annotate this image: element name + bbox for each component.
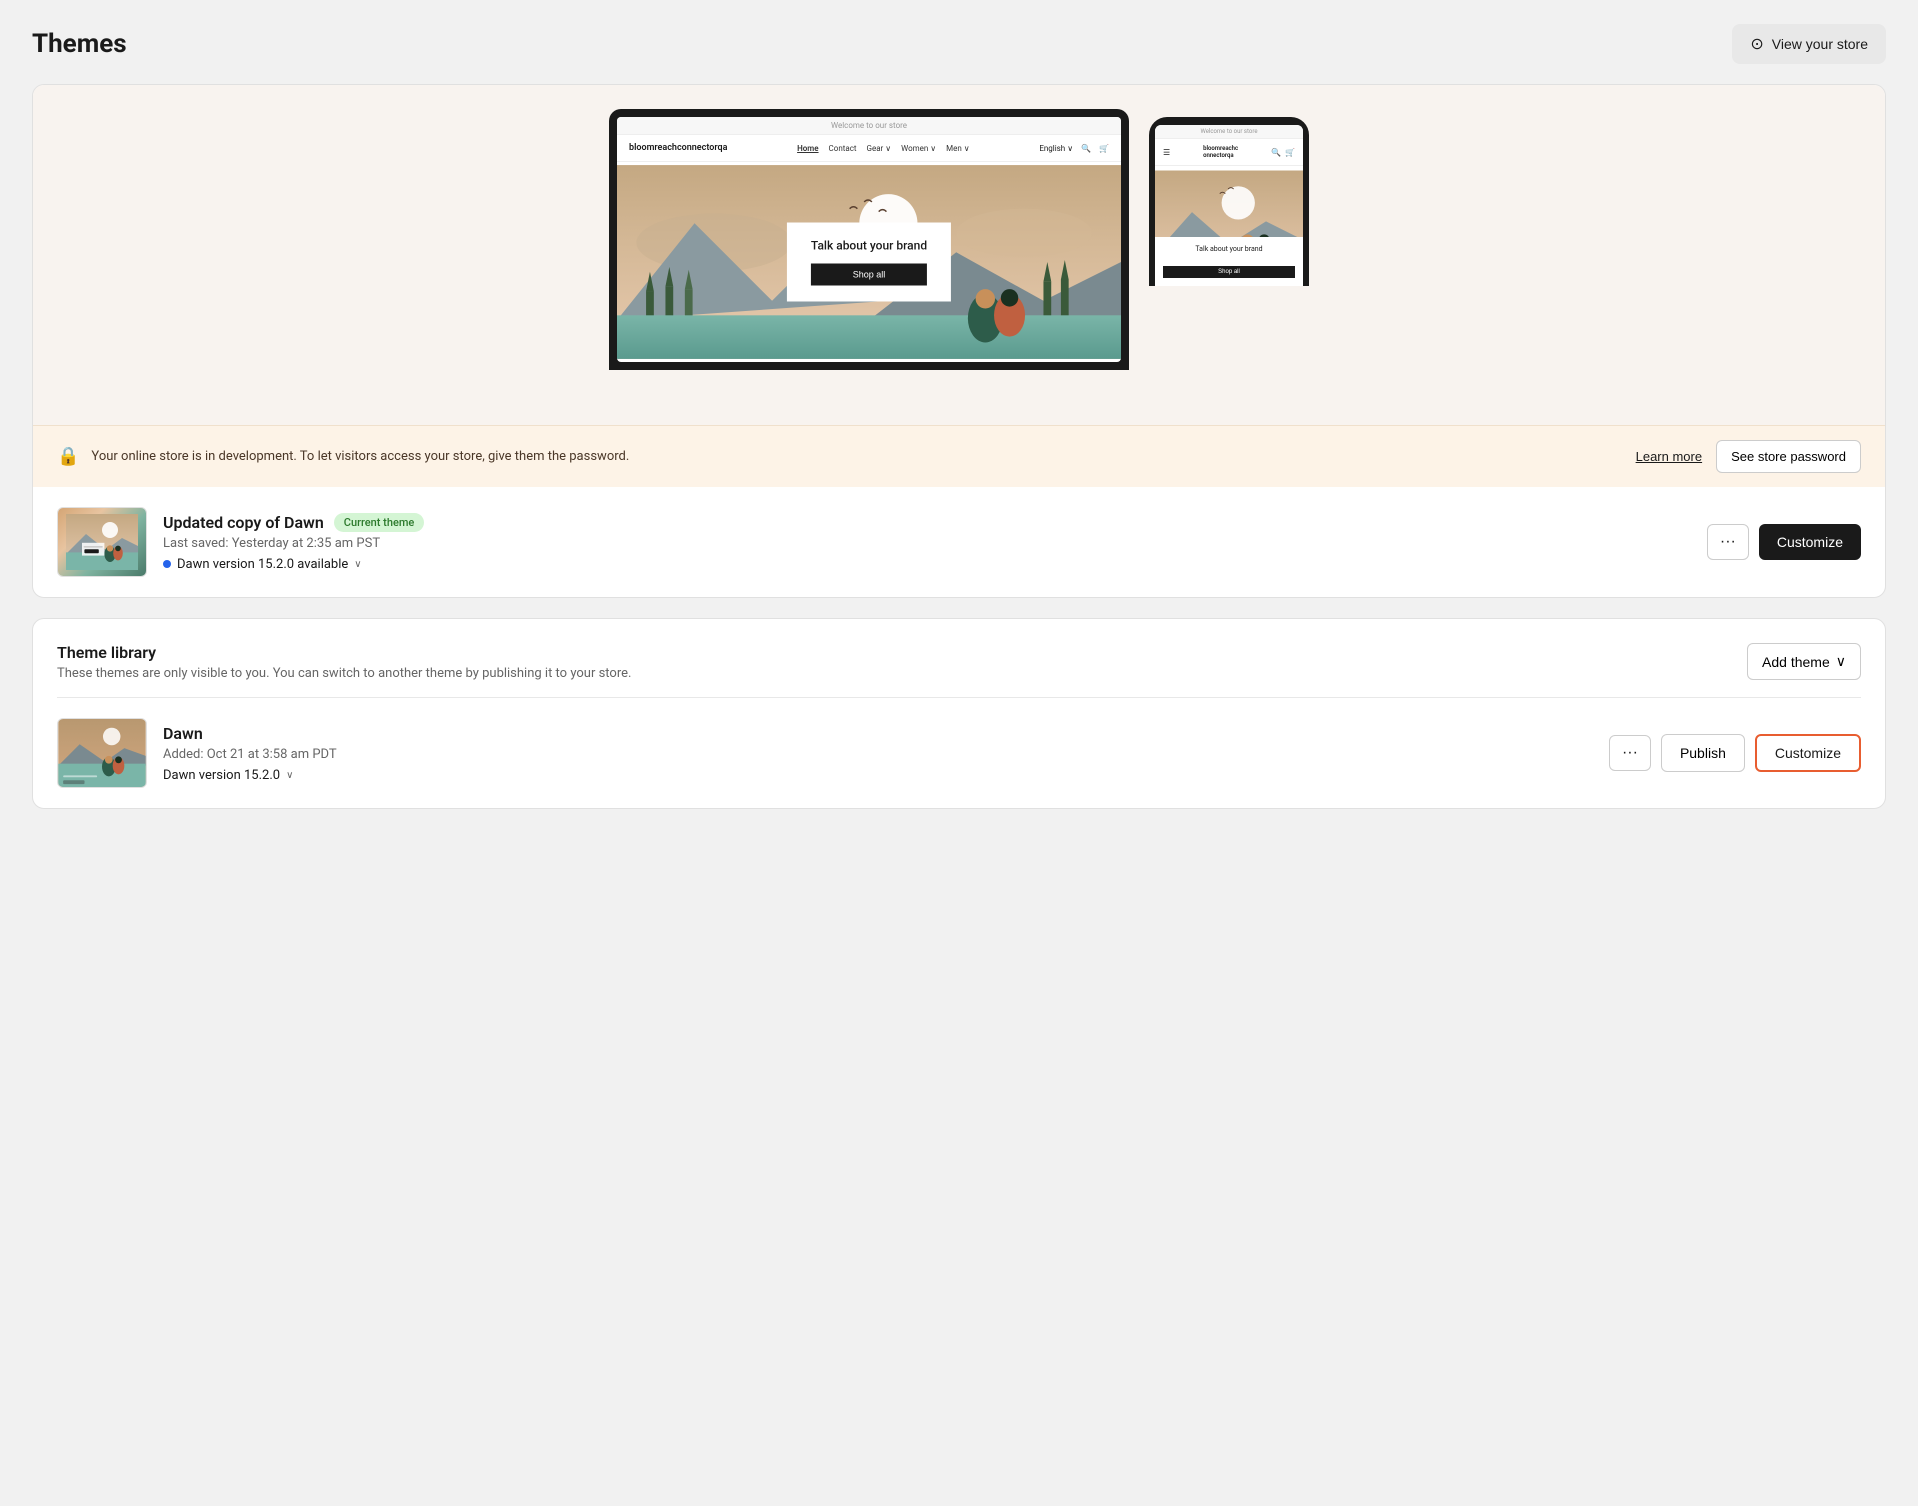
- desktop-store-name: bloomreachconnectorqa: [629, 143, 727, 153]
- add-theme-button[interactable]: Add theme ∨: [1747, 643, 1861, 680]
- publish-button[interactable]: Publish: [1661, 734, 1745, 772]
- current-theme-thumbnail: [57, 507, 147, 577]
- add-theme-chevron-icon: ∨: [1836, 653, 1846, 670]
- nav-gear[interactable]: Gear ∨: [867, 144, 892, 153]
- mobile-search-icon[interactable]: 🔍: [1271, 148, 1281, 157]
- nav-contact[interactable]: Contact: [829, 144, 857, 153]
- mobile-store-name: bloomreachconnectorqa: [1203, 145, 1238, 159]
- lock-icon: 🔒: [57, 446, 79, 467]
- mobile-hero-overlay: Talk about your brand Shop all: [1155, 237, 1303, 286]
- library-theme-added: Added: Oct 21 at 3:58 am PDT: [163, 747, 1593, 762]
- mobile-hero-text: Talk about your brand: [1163, 245, 1295, 253]
- cart-icon[interactable]: 🛒: [1099, 144, 1109, 153]
- current-theme-thumbnail-image: [58, 508, 146, 576]
- library-theme-actions: ··· Publish Customize: [1609, 734, 1861, 772]
- desktop-hero: Talk about your brand Shop all: [617, 162, 1121, 362]
- theme-info-row: Updated copy of Dawn Current theme Last …: [33, 487, 1885, 597]
- mobile-nav-icons: 🔍 🛒: [1271, 148, 1295, 157]
- theme-name-row: Updated copy of Dawn Current theme: [163, 513, 1691, 532]
- library-theme-version-row: Dawn version 15.2.0 ∨: [163, 768, 1593, 783]
- library-theme-more-button[interactable]: ···: [1609, 735, 1651, 771]
- library-version-chevron-icon[interactable]: ∨: [286, 770, 293, 781]
- main-content: Welcome to our store bloomreachconnector…: [0, 84, 1918, 841]
- mobile-topbar: Welcome to our store: [1155, 125, 1303, 139]
- desktop-screen: Welcome to our store bloomreachconnector…: [617, 117, 1121, 362]
- see-password-button[interactable]: See store password: [1716, 440, 1861, 473]
- current-theme-badge: Current theme: [334, 513, 425, 532]
- desktop-nav-right: English ∨ 🔍 🛒: [1039, 144, 1109, 153]
- current-theme-customize-button[interactable]: Customize: [1759, 524, 1861, 560]
- library-theme-item: Dawn Added: Oct 21 at 3:58 am PDT Dawn v…: [33, 698, 1885, 808]
- desktop-topbar: Welcome to our store: [617, 117, 1121, 135]
- password-banner: 🔒 Your online store is in development. T…: [33, 425, 1885, 487]
- theme-library-title-area: Theme library These themes are only visi…: [57, 643, 631, 681]
- desktop-nav-links: Home Contact Gear ∨ Women ∨ Men ∨: [797, 144, 970, 153]
- theme-preview: Welcome to our store bloomreachconnector…: [33, 85, 1885, 425]
- library-version-text: Dawn version 15.2.0: [163, 768, 280, 783]
- nav-language[interactable]: English ∨: [1039, 144, 1073, 153]
- nav-men[interactable]: Men ∨: [946, 144, 969, 153]
- library-theme-thumbnail-image: [58, 719, 146, 787]
- mobile-mockup: Welcome to our store ☰ bloomreachconnect…: [1149, 117, 1309, 286]
- library-customize-button[interactable]: Customize: [1755, 734, 1861, 772]
- theme-library-header: Theme library These themes are only visi…: [33, 619, 1885, 697]
- theme-library-description: These themes are only visible to you. Yo…: [57, 666, 631, 681]
- mobile-shop-button[interactable]: Shop all: [1163, 266, 1295, 278]
- eye-icon: ⊙: [1750, 34, 1763, 54]
- library-theme-thumbnail: [57, 718, 147, 788]
- hero-overlay: Talk about your brand Shop all: [787, 223, 951, 302]
- view-store-button[interactable]: ⊙ View your store: [1732, 24, 1886, 64]
- current-theme-more-button[interactable]: ···: [1707, 524, 1749, 560]
- theme-last-saved: Last saved: Yesterday at 2:35 am PST: [163, 536, 1691, 551]
- search-icon[interactable]: 🔍: [1081, 144, 1091, 153]
- page-header: Themes ⊙ View your store: [0, 0, 1918, 84]
- mobile-screen: Welcome to our store ☰ bloomreachconnect…: [1155, 125, 1303, 286]
- version-chevron-icon[interactable]: ∨: [354, 559, 361, 570]
- theme-library-title: Theme library: [57, 643, 631, 662]
- current-theme-name: Updated copy of Dawn: [163, 513, 324, 532]
- banner-actions: Learn more See store password: [1636, 440, 1861, 473]
- desktop-nav: bloomreachconnectorqa Home Contact Gear …: [617, 135, 1121, 162]
- add-theme-label: Add theme: [1762, 654, 1830, 670]
- nav-home[interactable]: Home: [797, 144, 818, 153]
- nav-women[interactable]: Women ∨: [901, 144, 936, 153]
- mobile-hamburger-icon[interactable]: ☰: [1163, 148, 1170, 157]
- current-theme-card: Welcome to our store bloomreachconnector…: [32, 84, 1886, 598]
- version-text: Dawn version 15.2.0 available: [177, 557, 348, 572]
- theme-library-card: Theme library These themes are only visi…: [32, 618, 1886, 809]
- library-theme-details: Dawn Added: Oct 21 at 3:58 am PDT Dawn v…: [163, 724, 1593, 783]
- mobile-cart-icon[interactable]: 🛒: [1285, 148, 1295, 157]
- mobile-nav: ☰ bloomreachconnectorqa 🔍 🛒: [1155, 139, 1303, 166]
- version-dot: [163, 560, 171, 568]
- password-banner-text: Your online store is in development. To …: [91, 449, 1623, 464]
- mobile-hero: Talk about your brand Shop all: [1155, 166, 1303, 286]
- view-store-label: View your store: [1772, 36, 1868, 52]
- theme-version-row: Dawn version 15.2.0 available ∨: [163, 557, 1691, 572]
- hero-shop-button[interactable]: Shop all: [811, 264, 927, 286]
- page-title: Themes: [32, 29, 127, 59]
- current-theme-actions: ··· Customize: [1707, 524, 1861, 560]
- desktop-mockup: Welcome to our store bloomreachconnector…: [609, 109, 1129, 370]
- hero-text: Talk about your brand: [811, 239, 927, 253]
- library-theme-name: Dawn: [163, 724, 1593, 743]
- learn-more-button[interactable]: Learn more: [1636, 449, 1702, 464]
- current-theme-details: Updated copy of Dawn Current theme Last …: [163, 513, 1691, 572]
